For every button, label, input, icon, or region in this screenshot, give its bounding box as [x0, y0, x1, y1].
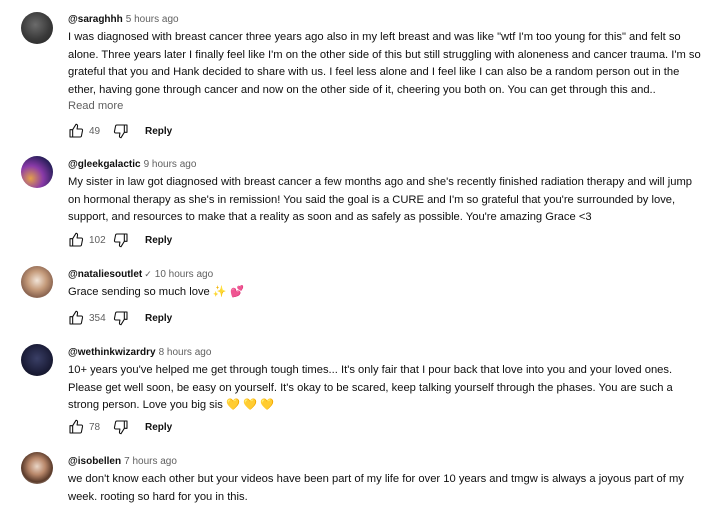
avatar[interactable]	[21, 156, 53, 188]
thumbs-up-icon[interactable]	[68, 310, 84, 326]
reply-button[interactable]: Reply	[145, 313, 172, 324]
comment-author[interactable]: @gleekgalactic	[68, 159, 141, 170]
thumbs-down-icon[interactable]	[113, 232, 129, 248]
comment-time[interactable]: 5 hours ago	[126, 14, 179, 25]
sparkles-icon: ✨	[212, 286, 227, 298]
comment-time[interactable]: 7 hours ago	[124, 456, 177, 467]
comment-author[interactable]: @isobellen	[68, 456, 121, 467]
like-count: 102	[89, 234, 106, 246]
thumbs-up-icon[interactable]	[68, 419, 84, 435]
reply-button[interactable]: Reply	[145, 126, 172, 137]
comment-time[interactable]: 9 hours ago	[144, 159, 197, 170]
like-count: 49	[89, 125, 101, 137]
comment-actions: 78 Reply	[68, 418, 172, 436]
comment-meta: @wethinkwizardry 8 hours ago	[68, 346, 702, 359]
comment-meta: @gleekgalactic 9 hours ago	[68, 158, 702, 171]
comment-time[interactable]: 10 hours ago	[155, 269, 213, 280]
verified-check-icon: ✓	[144, 269, 152, 279]
comment-author[interactable]: @saraghhh	[68, 14, 123, 25]
comment-time[interactable]: 8 hours ago	[159, 347, 212, 358]
comment-meta: @isobellen 7 hours ago	[68, 455, 702, 468]
comment-author[interactable]: @wethinkwizardry	[68, 347, 156, 358]
yellow-hearts-emoji: 💛 💛 💛	[225, 399, 274, 411]
comment-meta: @nataliesoutlet ✓ 10 hours ago	[68, 268, 702, 281]
comment-text: Grace sending so much love ✨ 💕	[68, 284, 702, 302]
comment-text: 10+ years you've helped me get through t…	[68, 362, 702, 415]
reply-button[interactable]: Reply	[145, 235, 172, 246]
comment-text-body: Grace sending so much love	[68, 286, 210, 298]
like-count: 354	[89, 312, 106, 324]
comment-actions: 354 Reply	[68, 309, 172, 327]
sparkles-heart-emoji: ✨ 💕	[213, 286, 244, 298]
comment-list: @saraghhh 5 hours ago I was diagnosed wit…	[0, 0, 720, 515]
comment-actions: 102 Reply	[68, 231, 172, 249]
avatar[interactable]	[21, 452, 53, 484]
avatar[interactable]	[21, 344, 53, 376]
thumbs-up-icon[interactable]	[68, 123, 84, 139]
comment-text: My sister in law got diagnosed with brea…	[68, 176, 692, 223]
thumbs-down-icon[interactable]	[113, 123, 129, 139]
read-more-link[interactable]: Read more	[68, 100, 702, 112]
thumbs-down-icon[interactable]	[113, 419, 129, 435]
reply-button[interactable]: Reply	[145, 422, 172, 433]
pink-hearts-icon: 💕	[229, 286, 244, 298]
thumbs-up-icon[interactable]	[68, 232, 84, 248]
thumbs-down-icon[interactable]	[113, 310, 129, 326]
comment-text-body: 10+ years you've helped me get through t…	[68, 364, 673, 411]
comment-author[interactable]: @nataliesoutlet	[68, 269, 142, 280]
comment-meta: @saraghhh 5 hours ago	[68, 13, 702, 26]
comment-text: we don't know each other but your videos…	[68, 473, 684, 503]
comment-actions: 49 Reply	[68, 122, 172, 140]
avatar[interactable]	[21, 12, 53, 44]
like-count: 78	[89, 421, 101, 433]
comment-text: I was diagnosed with breast cancer three…	[68, 31, 701, 96]
avatar[interactable]	[21, 266, 53, 298]
